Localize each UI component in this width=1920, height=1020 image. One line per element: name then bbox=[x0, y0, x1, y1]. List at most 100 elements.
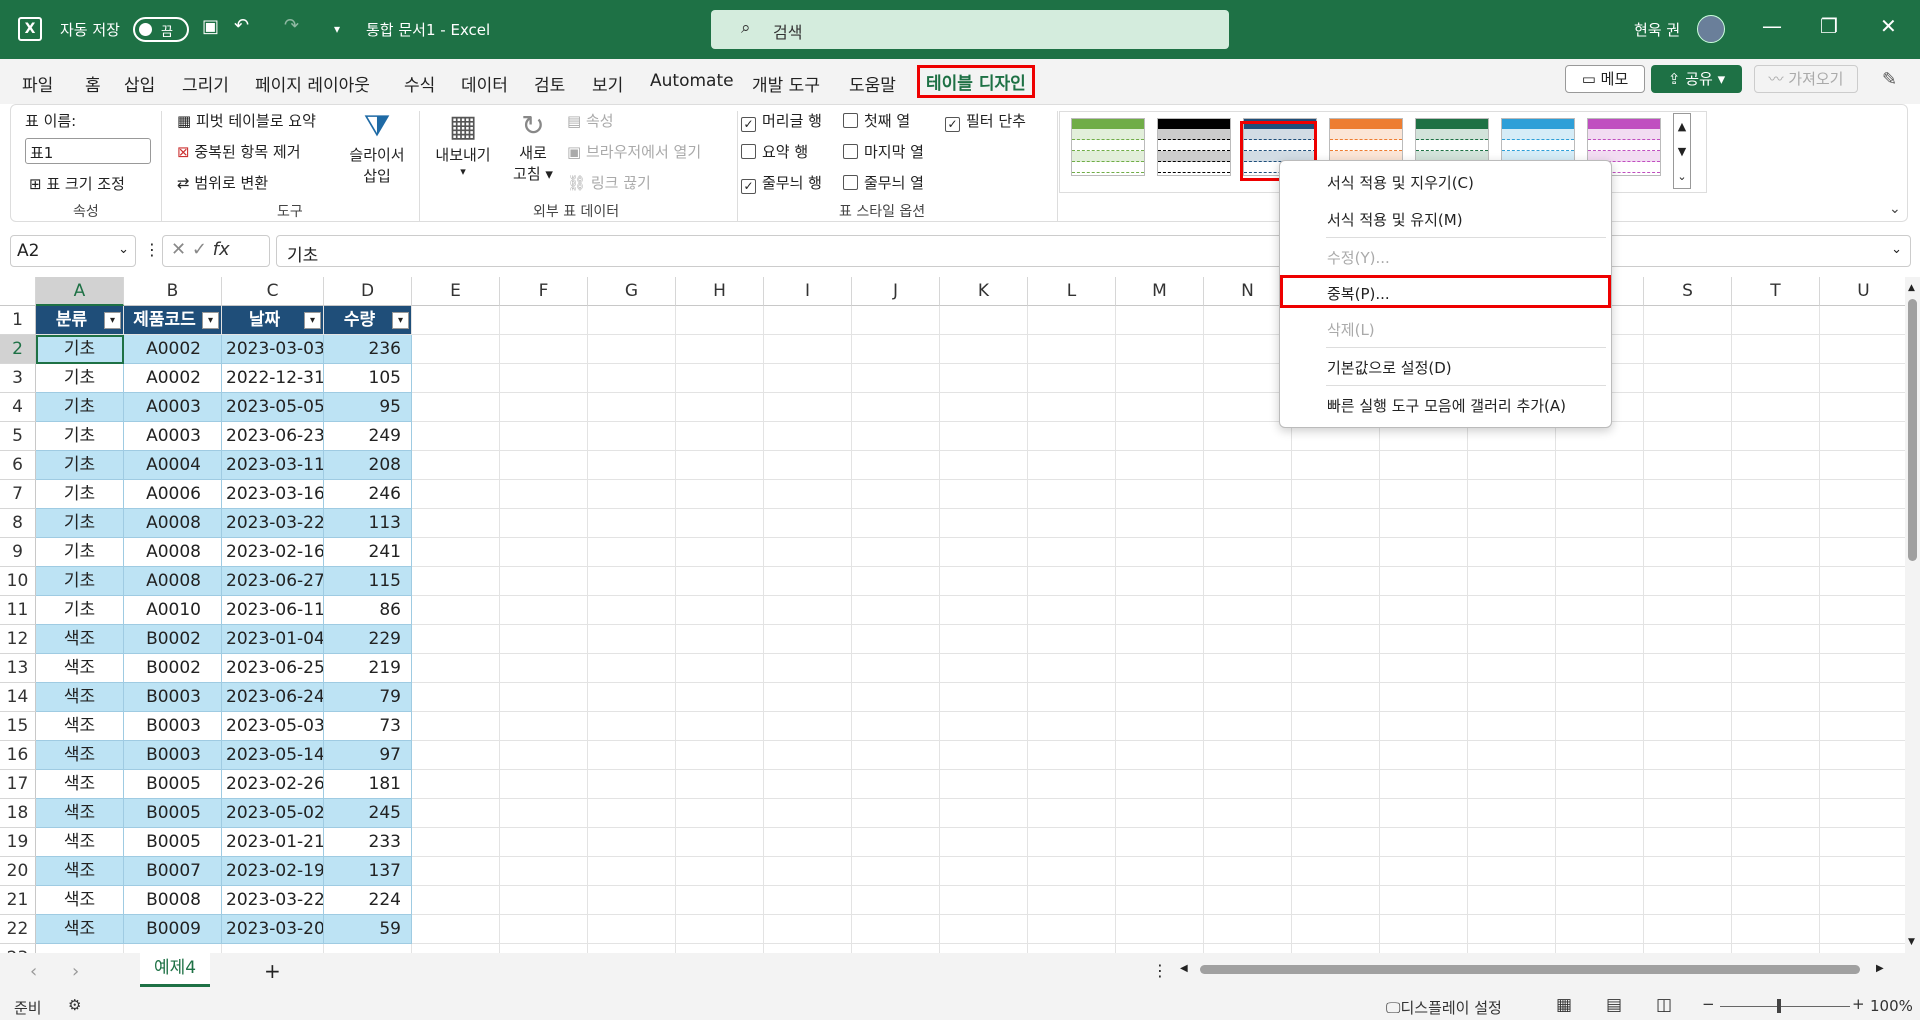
grid-cell[interactable] bbox=[588, 857, 676, 886]
filter-dropdown-icon[interactable]: ▾ bbox=[304, 312, 321, 329]
table-cell[interactable]: 2023-05-14 bbox=[222, 741, 324, 770]
grid-cell[interactable] bbox=[852, 335, 940, 364]
grid-cell[interactable] bbox=[500, 393, 588, 422]
grid-cell[interactable] bbox=[1820, 625, 1905, 654]
column-header[interactable]: H bbox=[676, 277, 764, 306]
table-cell[interactable]: B0008 bbox=[124, 886, 222, 915]
grid-cell[interactable] bbox=[1204, 886, 1292, 915]
row-header[interactable]: 7 bbox=[0, 480, 36, 509]
grid-cell[interactable] bbox=[412, 712, 500, 741]
grid-cell[interactable] bbox=[1116, 509, 1204, 538]
grid-cell[interactable] bbox=[1820, 770, 1905, 799]
table-cell[interactable]: 기초 bbox=[36, 596, 124, 625]
enter-icon[interactable]: ✓ bbox=[192, 239, 207, 260]
grid-cell[interactable] bbox=[412, 944, 500, 953]
grid-cell[interactable] bbox=[412, 915, 500, 944]
grid-cell[interactable] bbox=[852, 306, 940, 335]
grid-cell[interactable] bbox=[1380, 538, 1468, 567]
grid-cell[interactable] bbox=[588, 625, 676, 654]
horizontal-scrollbar[interactable]: ◀ ▶ bbox=[1180, 963, 1890, 977]
grid-cell[interactable] bbox=[1820, 335, 1905, 364]
normal-view-icon[interactable]: ▦ bbox=[1556, 995, 1572, 1015]
grid-cell[interactable] bbox=[676, 364, 764, 393]
prev-sheet-icon[interactable]: ‹ bbox=[30, 961, 37, 982]
grid-cell[interactable] bbox=[1116, 538, 1204, 567]
filter-dropdown-icon[interactable]: ▾ bbox=[202, 312, 219, 329]
minimize-icon[interactable]: — bbox=[1762, 14, 1782, 38]
table-cell[interactable]: 79 bbox=[324, 683, 412, 712]
grid-cell[interactable] bbox=[676, 683, 764, 712]
tab-table-design[interactable]: 테이블 디자인 bbox=[917, 65, 1035, 98]
grid-cell[interactable] bbox=[1380, 451, 1468, 480]
grid-cell[interactable] bbox=[1468, 538, 1556, 567]
table-cell[interactable]: 색조 bbox=[36, 712, 124, 741]
grid-cell[interactable] bbox=[1116, 596, 1204, 625]
table-cell[interactable]: 2023-06-24 bbox=[222, 683, 324, 712]
grid-cell[interactable] bbox=[940, 799, 1028, 828]
redo-icon[interactable]: ↷ bbox=[284, 15, 299, 36]
grid-cell[interactable] bbox=[764, 683, 852, 712]
table-cell[interactable]: A0003 bbox=[124, 422, 222, 451]
table-cell[interactable]: 2023-02-19 bbox=[222, 857, 324, 886]
grid-cell[interactable] bbox=[1644, 654, 1732, 683]
grid-cell[interactable] bbox=[1028, 364, 1116, 393]
grid-cell[interactable] bbox=[940, 886, 1028, 915]
grid-cell[interactable] bbox=[1644, 828, 1732, 857]
grid-cell[interactable] bbox=[1556, 480, 1644, 509]
grid-cell[interactable] bbox=[1468, 451, 1556, 480]
grid-cell[interactable] bbox=[412, 857, 500, 886]
grid-cell[interactable] bbox=[1116, 480, 1204, 509]
grid-cell[interactable] bbox=[412, 538, 500, 567]
row-header[interactable]: 5 bbox=[0, 422, 36, 451]
row-header[interactable]: 2 bbox=[0, 335, 36, 364]
grid-cell[interactable] bbox=[852, 364, 940, 393]
grid-cell[interactable] bbox=[1556, 451, 1644, 480]
table-cell[interactable]: 137 bbox=[324, 857, 412, 886]
grid-cell[interactable] bbox=[1556, 654, 1644, 683]
table-cell[interactable]: A0004 bbox=[124, 451, 222, 480]
grid-cell[interactable] bbox=[852, 828, 940, 857]
column-header[interactable]: L bbox=[1028, 277, 1116, 306]
grid-cell[interactable] bbox=[1468, 480, 1556, 509]
grid-cell[interactable] bbox=[588, 799, 676, 828]
grid-cell[interactable] bbox=[1732, 335, 1820, 364]
grid-cell[interactable] bbox=[412, 886, 500, 915]
grid-cell[interactable] bbox=[1116, 712, 1204, 741]
grid-cell[interactable] bbox=[1732, 625, 1820, 654]
grid-cell[interactable] bbox=[1380, 509, 1468, 538]
grid-cell[interactable] bbox=[1644, 915, 1732, 944]
table-cell[interactable]: 2023-03-03 bbox=[222, 335, 324, 364]
grid-cell[interactable] bbox=[940, 683, 1028, 712]
row-header[interactable]: 1 bbox=[0, 306, 36, 335]
grid-cell[interactable] bbox=[1292, 828, 1380, 857]
grid-cell[interactable] bbox=[1204, 451, 1292, 480]
grid-cell[interactable] bbox=[1028, 335, 1116, 364]
grid-cell[interactable] bbox=[500, 683, 588, 712]
grid-cell[interactable] bbox=[1116, 393, 1204, 422]
grid-cell[interactable] bbox=[1468, 741, 1556, 770]
grid-cell[interactable] bbox=[588, 306, 676, 335]
grid-cell[interactable] bbox=[852, 509, 940, 538]
tab-file[interactable]: 파일 bbox=[22, 71, 53, 96]
unlink-button[interactable]: ⛓ 링크 끊기 bbox=[567, 172, 651, 193]
grid-cell[interactable] bbox=[1292, 799, 1380, 828]
page-break-view-icon[interactable]: ◫ bbox=[1656, 995, 1672, 1015]
row-header[interactable]: 11 bbox=[0, 596, 36, 625]
convert-to-range-button[interactable]: ⇄ 범위로 변환 bbox=[177, 172, 268, 193]
grid-cell[interactable] bbox=[500, 306, 588, 335]
grid-cell[interactable] bbox=[500, 422, 588, 451]
grid-cell[interactable] bbox=[500, 741, 588, 770]
menu-delete[interactable]: 삭제(L) bbox=[1327, 319, 1375, 340]
grid-cell[interactable] bbox=[1028, 422, 1116, 451]
grid-cell[interactable] bbox=[676, 828, 764, 857]
tab-developer[interactable]: 개발 도구 bbox=[752, 71, 820, 96]
grid-cell[interactable] bbox=[1644, 509, 1732, 538]
grid-cell[interactable] bbox=[764, 364, 852, 393]
grid-cell[interactable] bbox=[588, 509, 676, 538]
worksheet-grid[interactable]: ABCDEFGHIJKLMNOPQRSTU1분류▾제품코드▾날짜▾수량▾2기초A… bbox=[0, 277, 1905, 953]
table-cell[interactable]: 2023-03-22 bbox=[222, 509, 324, 538]
grid-cell[interactable] bbox=[1820, 857, 1905, 886]
grid-cell[interactable] bbox=[940, 625, 1028, 654]
grid-cell[interactable] bbox=[676, 538, 764, 567]
grid-cell[interactable] bbox=[1204, 567, 1292, 596]
